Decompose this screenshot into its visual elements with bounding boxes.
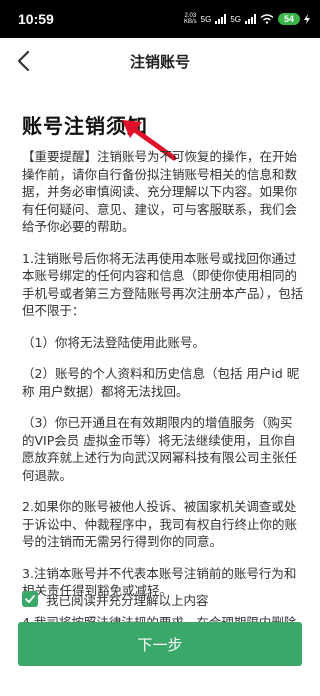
back-button[interactable] bbox=[8, 46, 38, 76]
network-speed: 2.03 KB/s bbox=[184, 13, 197, 25]
notice-paragraph: 2.如果你的账号被他人投诉、被国家机关调查或处于诉讼中、仲裁程序中，我司有权自行… bbox=[22, 499, 298, 549]
notice-content: 【重要提醒】注销账号为不可恢复的操作，在开始操作前，请你自行备份拟注销账号相关的… bbox=[22, 148, 304, 663]
next-step-button[interactable]: 下一步 bbox=[18, 622, 302, 666]
agree-checkbox[interactable] bbox=[22, 591, 38, 607]
charging-icon bbox=[304, 14, 310, 24]
status-icons: 2.03 KB/s 5G 5G 54 bbox=[184, 13, 310, 25]
network-type-label-2: 5G bbox=[230, 14, 241, 24]
checkmark-icon bbox=[25, 595, 35, 603]
notice-paragraph: 1.注销账号后你将无法再使用本账号或找回你通过本账号绑定的任何内容和信息（即使你… bbox=[22, 250, 304, 319]
notice-paragraph: （2）账号的个人资料和历史信息（包括 用户id 昵称 用户数据）都将无法找回。 bbox=[22, 366, 300, 399]
notice-paragraph: （1）你将无法登陆使用此账号。 bbox=[22, 334, 205, 350]
header-title: 注销账号 bbox=[129, 52, 190, 71]
network-type-label: 5G bbox=[200, 14, 212, 24]
agree-checkbox-row[interactable]: 我已阅读并充分理解以上内容 bbox=[22, 588, 209, 610]
battery-level: 54 bbox=[277, 13, 300, 25]
wifi-icon bbox=[260, 14, 274, 24]
agree-label: 我已阅读并充分理解以上内容 bbox=[46, 592, 209, 608]
status-time: 10:59 bbox=[18, 11, 54, 27]
signal-icon bbox=[215, 14, 227, 24]
status-bar: 10:59 2.03 KB/s 5G 5G 54 bbox=[0, 0, 320, 38]
network-speed-unit: KB/s bbox=[183, 19, 197, 25]
signal-icon-2 bbox=[244, 14, 256, 24]
nav-header: 注销账号 bbox=[0, 38, 320, 84]
chevron-left-icon bbox=[17, 50, 30, 72]
notice-paragraph: 【重要提醒】注销账号为不可恢复的操作，在开始操作前，请你自行备份拟注销账号相关的… bbox=[22, 149, 298, 234]
notice-paragraph: （3）你已开通且在有效期限内的增值服务（购买的VIP会员 虚拟金币等）将无法继续… bbox=[22, 415, 298, 483]
